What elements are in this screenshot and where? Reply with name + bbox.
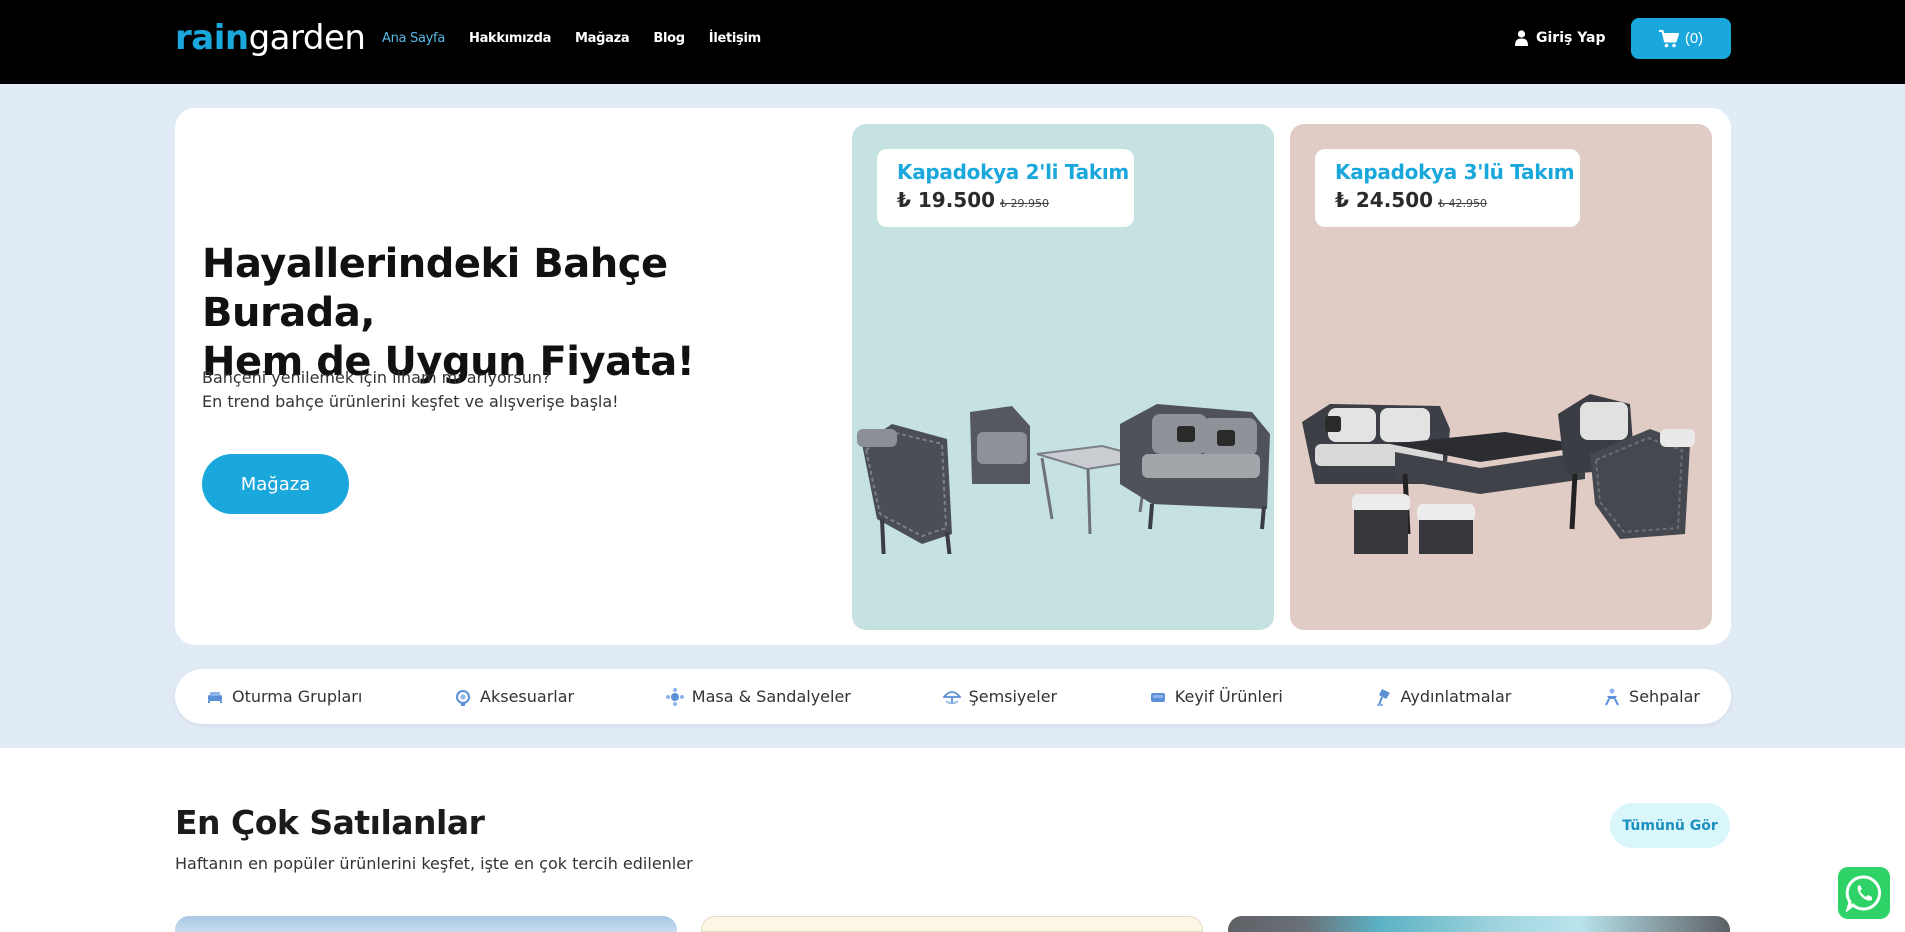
promo-name: Kapadokya 2'li Takım: [897, 160, 1129, 184]
hero-subtitle-line2: En trend bahçe ürünlerini keşfet ve alış…: [202, 392, 619, 411]
hero-subtitle-line1: Bahçeni yenilemek için ilham mı arıyorsu…: [202, 368, 551, 387]
hero-subtitle: Bahçeni yenilemek için ilham mı arıyorsu…: [202, 366, 619, 414]
promo-name: Kapadokya 3'lü Takım: [1335, 160, 1575, 184]
promo-card-2li-takim[interactable]: Kapadokya 2'li Takım ₺ 19.500 ₺ 29.950: [852, 124, 1274, 630]
promo-info-box: Kapadokya 3'lü Takım ₺ 24.500 ₺ 42.950: [1315, 149, 1580, 227]
promo-old-price: ₺ 42.950: [1438, 197, 1488, 210]
accessory-icon: [454, 688, 472, 706]
promo-card-3lu-takim[interactable]: Kapadokya 3'lü Takım ₺ 24.500 ₺ 42.950: [1290, 124, 1712, 630]
category-label: Sehpalar: [1629, 687, 1700, 706]
promo-price-row: ₺ 24.500 ₺ 42.950: [1335, 188, 1560, 212]
product-card[interactable]: [1228, 916, 1730, 932]
nav-shop[interactable]: Mağaza: [575, 30, 630, 48]
user-icon: [1515, 30, 1528, 46]
category-bar: Oturma Grupları Aksesuarlar Masa & Sanda…: [175, 669, 1731, 724]
cart-count: (0): [1684, 30, 1704, 47]
promo-price: ₺ 19.500: [897, 188, 996, 212]
nav-home[interactable]: Ana Sayfa: [382, 30, 445, 48]
sofa-icon: [206, 688, 224, 706]
category-label: Aksesuarlar: [480, 687, 575, 706]
category-aydinlatmalar[interactable]: Aydınlatmalar: [1375, 687, 1512, 706]
nav-blog[interactable]: Blog: [653, 30, 685, 48]
category-label: Keyif Ürünleri: [1174, 687, 1283, 706]
hero-title-line1: Hayallerindeki Bahçe Burada,: [202, 241, 668, 336]
site-header: raingarden Ana Sayfa Hakkımızda Mağaza B…: [0, 0, 1905, 84]
main-nav: Ana Sayfa Hakkımızda Mağaza Blog İletişi…: [382, 30, 761, 48]
umbrella-icon: [942, 688, 961, 706]
category-masa-sandalyeler[interactable]: Masa & Sandalyeler: [665, 687, 851, 706]
category-aksesuarlar[interactable]: Aksesuarlar: [454, 687, 574, 706]
site-logo[interactable]: raingarden: [175, 18, 366, 58]
furniture-set-image: [1302, 394, 1695, 554]
category-label: Şemsiyeler: [968, 687, 1058, 706]
promo-price-row: ₺ 19.500 ₺ 29.950: [897, 188, 1114, 212]
table-chairs-icon: [665, 687, 684, 706]
hero-shop-button[interactable]: Mağaza: [202, 454, 349, 514]
nav-contact[interactable]: İletişim: [709, 30, 761, 48]
category-oturma-gruplari[interactable]: Oturma Grupları: [206, 687, 362, 706]
logo-garden-text: garden: [248, 18, 366, 58]
best-sellers-title: En Çok Satılanlar: [175, 803, 485, 842]
promo-old-price: ₺ 29.950: [1000, 197, 1050, 210]
logo-rain-text: rain: [175, 18, 249, 58]
whatsapp-icon: [1845, 875, 1882, 912]
lamp-icon: [1375, 688, 1393, 706]
category-label: Masa & Sandalyeler: [691, 687, 851, 706]
hero-title: Hayallerindeki Bahçe Burada, Hem de Uygu…: [202, 240, 842, 387]
leisure-icon: [1149, 688, 1167, 706]
category-label: Oturma Grupları: [232, 687, 363, 706]
furniture-set-image: [857, 404, 1270, 554]
nav-about[interactable]: Hakkımızda: [469, 30, 551, 48]
login-link[interactable]: Giriş Yap: [1515, 28, 1606, 48]
product-card[interactable]: [175, 916, 677, 932]
side-table-icon: [1603, 688, 1621, 706]
best-sellers-subtitle: Haftanın en popüler ürünlerini keşfet, i…: [175, 854, 693, 873]
promo-info-box: Kapadokya 2'li Takım ₺ 19.500 ₺ 29.950: [877, 149, 1134, 227]
promo-price: ₺ 24.500: [1335, 188, 1434, 212]
category-label: Aydınlatmalar: [1400, 687, 1512, 706]
category-sehpalar[interactable]: Sehpalar: [1603, 687, 1700, 706]
cart-button[interactable]: (0): [1631, 18, 1731, 59]
category-semsiyeler[interactable]: Şemsiyeler: [942, 687, 1058, 706]
whatsapp-button[interactable]: [1838, 867, 1890, 919]
category-keyif-urunleri[interactable]: Keyif Ürünleri: [1149, 687, 1283, 706]
login-label: Giriş Yap: [1536, 30, 1606, 46]
product-card[interactable]: [701, 916, 1203, 932]
cart-icon: [1658, 29, 1679, 47]
see-all-button[interactable]: Tümünü Gör: [1610, 803, 1730, 848]
